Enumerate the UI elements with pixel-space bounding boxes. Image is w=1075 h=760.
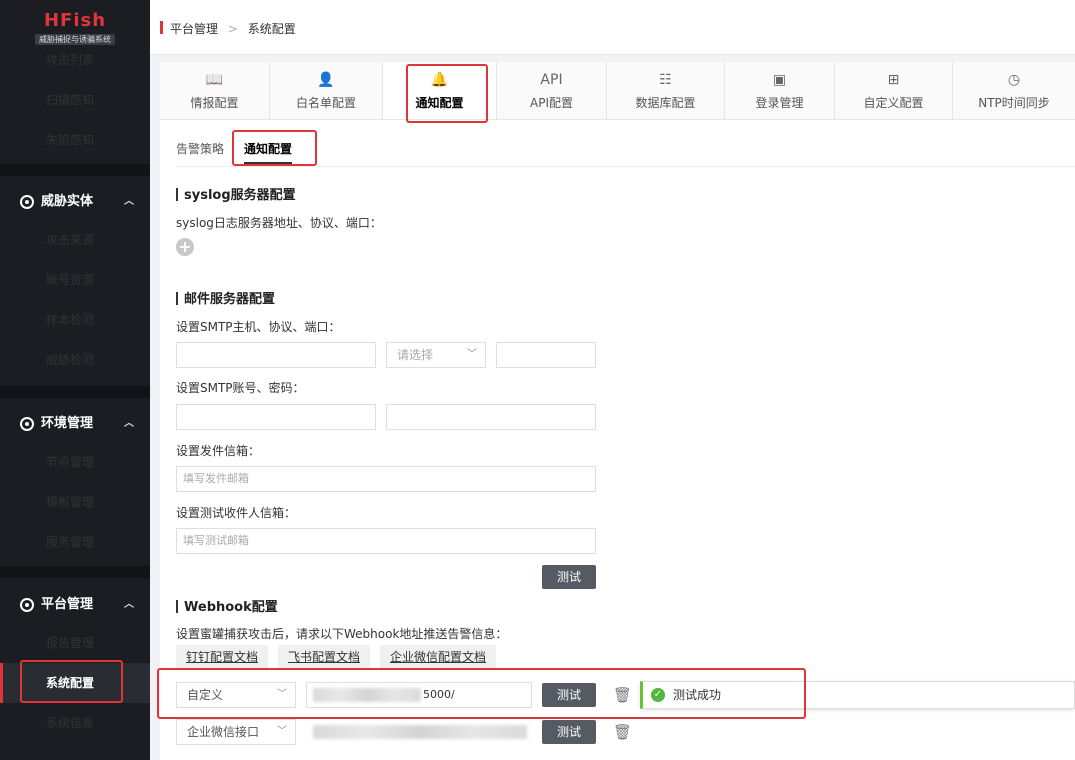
breadcrumb-separator: >	[227, 22, 238, 36]
tab-ntp-sync[interactable]: ◷ NTP时间同步	[953, 62, 1075, 119]
redacted-text	[313, 688, 421, 702]
clock-icon: ◷	[1007, 72, 1021, 88]
chevron-down-icon: ﹀	[277, 689, 287, 700]
sidebar-item-threat-detection[interactable]: 威胁检测	[0, 340, 150, 380]
section-title-webhook: Webhook配置	[176, 596, 278, 615]
settings-icon	[20, 598, 34, 612]
section-title-mail: 邮件服务器配置	[176, 288, 275, 307]
smtp-account-input[interactable]	[176, 404, 376, 430]
smtp-port-input[interactable]	[496, 342, 596, 368]
webhook-url-input[interactable]	[306, 719, 532, 745]
test-recipient-label: 设置测试收件人信箱：	[176, 506, 297, 520]
breadcrumb-current: 系统配置	[247, 22, 296, 36]
smtp-host-input[interactable]	[176, 342, 376, 368]
tab-custom-config[interactable]: ⊞ 自定义配置	[835, 62, 953, 119]
trash-icon[interactable]: 🗑	[613, 722, 632, 742]
tab-login-management[interactable]: ▣ 登录管理	[725, 62, 835, 119]
tab-notification-config[interactable]: 🔔 通知配置	[383, 62, 497, 119]
sidebar-item-sample-detection[interactable]: 样本检测	[0, 300, 150, 340]
sidebar-group-env-management[interactable]: 环境管理 ︿	[0, 404, 150, 444]
tab-whitelist-config[interactable]: 👤 白名单配置	[270, 62, 383, 119]
grid-icon: ⊞	[887, 72, 900, 88]
divider	[176, 166, 1075, 167]
chevron-down-icon: ﹀	[467, 349, 477, 360]
trash-icon[interactable]: 🗑	[613, 685, 632, 705]
webhook-type-select[interactable]: 自定义 ﹀	[176, 682, 296, 708]
test-recipient-input[interactable]: 填写测试邮箱	[176, 528, 596, 554]
book-icon: 📖	[205, 72, 224, 88]
sender-label: 设置发件信箱：	[176, 444, 261, 458]
chevron-up-icon: ︿	[124, 599, 134, 610]
syslog-label: syslog日志服务器地址、协议、端口：	[176, 216, 382, 230]
breadcrumb-parent[interactable]: 平台管理	[170, 22, 218, 36]
sidebar-item-service-management[interactable]: 服务管理	[0, 522, 150, 562]
user-icon: 👤	[317, 72, 335, 88]
api-icon: API	[540, 72, 563, 88]
breadcrumb-marker	[160, 21, 163, 34]
wecom-doc-link[interactable]: 企业微信配置文档	[380, 645, 496, 669]
sidebar-group-threat-entity[interactable]: 威胁实体 ︿	[0, 182, 150, 222]
chevron-up-icon: ︿	[124, 418, 134, 429]
sidebar-item-node-management[interactable]: 节点管理	[0, 442, 150, 482]
sidebar-separator	[0, 164, 150, 176]
tab-intel-config[interactable]: 📖 情报配置	[160, 62, 270, 119]
sidebar-item-report-management[interactable]: 报告管理	[0, 623, 150, 663]
breadcrumb: 平台管理 > 系统配置	[150, 0, 1075, 55]
sidebar-item-system-config[interactable]: 系统配置	[0, 663, 150, 703]
plus-circle-icon[interactable]: +	[176, 238, 194, 256]
login-icon: ▣	[772, 72, 787, 88]
smtp-account-label: 设置SMTP账号、密码：	[176, 381, 305, 395]
feishu-doc-link[interactable]: 飞书配置文档	[278, 645, 370, 669]
active-indicator	[0, 663, 3, 703]
mail-test-button[interactable]: 测试	[542, 565, 596, 589]
sidebar-separator	[0, 566, 150, 578]
webhook-url-input[interactable]: 5000/	[306, 682, 532, 708]
sidebar-item-system-info[interactable]: 系统信息	[0, 703, 150, 743]
section-title-syslog: syslog服务器配置	[176, 184, 296, 203]
config-tabs: 📖 情报配置 👤 白名单配置 🔔 通知配置 API API配置 ☷ 数据库配置 …	[160, 62, 1075, 120]
check-circle-icon: ✓	[651, 688, 665, 702]
shield-icon	[20, 195, 34, 209]
sidebar: HFish 威胁捕捉与诱骗系统 攻击列表 扫描感知 失陷感知 威胁实体 ︿ 攻击…	[0, 0, 150, 760]
sidebar-separator	[0, 386, 150, 398]
sidebar-group-platform-management[interactable]: 平台管理 ︿	[0, 585, 150, 625]
chevron-down-icon: ﹀	[277, 726, 287, 737]
shield-icon	[20, 417, 34, 431]
database-icon: ☷	[659, 72, 672, 88]
success-toast: ✓ 测试成功	[640, 681, 1075, 709]
tab-database-config[interactable]: ☷ 数据库配置	[607, 62, 725, 119]
sidebar-item-attack-source[interactable]: 攻击来源	[0, 220, 150, 260]
sidebar-item-compromise-sense[interactable]: 失陷感知	[0, 120, 150, 160]
sidebar-item-attack-list[interactable]: 攻击列表	[0, 40, 150, 80]
redacted-text	[313, 725, 527, 739]
webhook-test-button[interactable]: 测试	[542, 683, 596, 707]
webhook-description: 设置蜜罐捕获攻击后，请求以下Webhook地址推送告警信息：	[176, 627, 508, 641]
subtab-notification-config[interactable]: 通知配置	[244, 140, 293, 164]
subtab-alert-policy[interactable]: 告警策略	[176, 140, 224, 157]
webhook-type-select[interactable]: 企业微信接口 ﹀	[176, 719, 296, 745]
tab-api-config[interactable]: API API配置	[497, 62, 607, 119]
sidebar-item-template-management[interactable]: 模板管理	[0, 482, 150, 522]
sender-email-input[interactable]: 填写发件邮箱	[176, 466, 596, 492]
brand-logo: HFish	[43, 10, 107, 31]
chevron-up-icon: ︿	[124, 196, 134, 207]
smtp-password-input[interactable]	[386, 404, 596, 430]
webhook-test-button[interactable]: 测试	[542, 720, 596, 744]
smtp-host-label: 设置SMTP主机、协议、端口：	[176, 320, 341, 334]
smtp-protocol-select[interactable]: 请选择 ﹀	[386, 342, 486, 368]
sidebar-item-scan-sense[interactable]: 扫描感知	[0, 80, 150, 120]
sidebar-item-account-resources[interactable]: 账号资源	[0, 260, 150, 300]
dingtalk-doc-link[interactable]: 钉钉配置文档	[176, 645, 268, 669]
bell-icon: 🔔	[430, 72, 449, 88]
main-panel: 📖 情报配置 👤 白名单配置 🔔 通知配置 API API配置 ☷ 数据库配置 …	[160, 62, 1075, 760]
